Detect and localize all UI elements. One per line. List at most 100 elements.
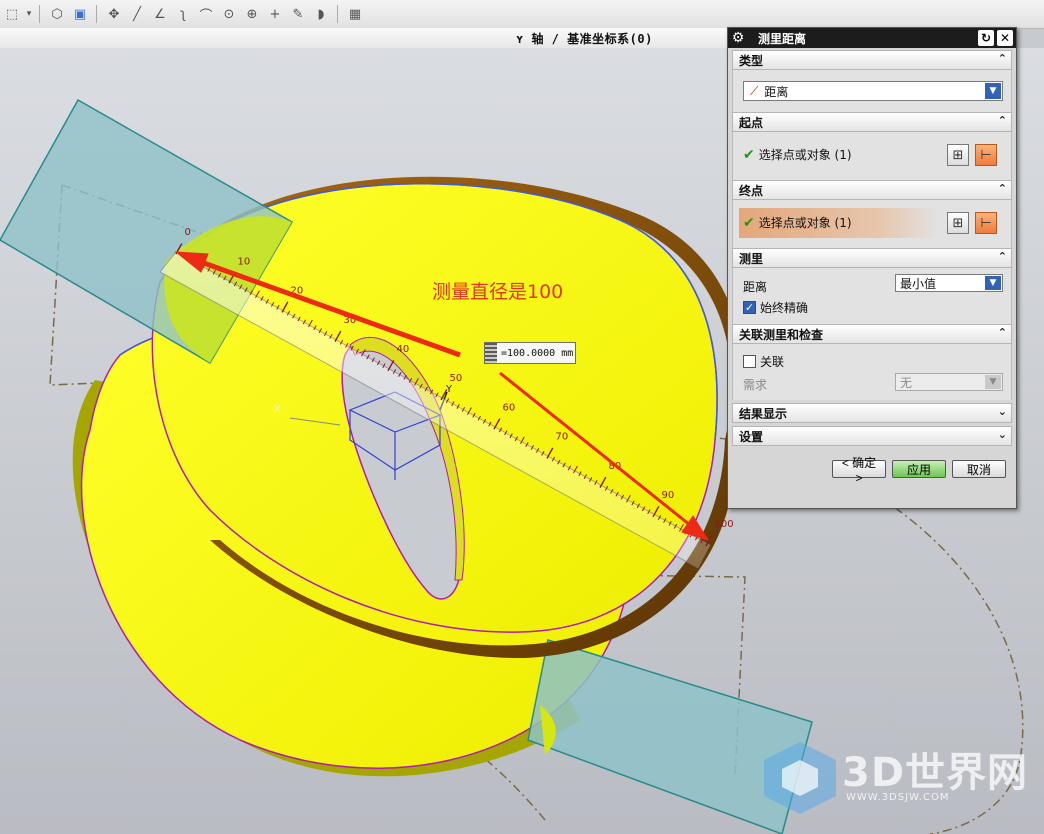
inferred-point-button[interactable]: ⊢ <box>975 144 997 166</box>
distance-icon: ⟋ <box>750 83 759 98</box>
toolbar-separator <box>39 5 40 23</box>
chevron-down-icon[interactable]: ⌄ <box>998 428 1007 441</box>
distance-mode-value: 最小值 <box>900 276 937 291</box>
associative-checkbox[interactable] <box>743 355 756 368</box>
always-accurate-checkbox[interactable]: ✓ <box>743 301 756 314</box>
section-type-title: 类型 <box>739 53 764 68</box>
section-end-title: 终点 <box>739 183 764 198</box>
angle-icon[interactable]: ∠ <box>149 3 171 25</box>
section-end-header[interactable]: 终点 ⌃ <box>732 180 1012 200</box>
surface-icon[interactable]: ◗ <box>310 3 332 25</box>
distance-label: 距离 <box>743 280 768 294</box>
section-assoc-body: 关联 需求 无 ▼ <box>732 344 1012 400</box>
section-end-body: ✔ 选择点或对象 (1) ⊞ ⊢ <box>732 200 1012 248</box>
dropdown-icon[interactable]: ▾ <box>24 3 34 25</box>
reset-icon[interactable]: ↻ <box>978 30 994 46</box>
always-accurate-row[interactable]: ✓ 始终精确 <box>743 299 808 316</box>
section-type-header[interactable]: 类型 ⌃ <box>732 50 1012 70</box>
end-select-row[interactable]: ✔ 选择点或对象 (1) <box>743 214 852 231</box>
ok-button[interactable]: < 确定 > <box>832 456 886 485</box>
chevron-up-icon[interactable]: ⌃ <box>998 326 1007 339</box>
dimension-icon: ⊢ <box>980 215 992 231</box>
cancel-button[interactable]: 取消 <box>952 460 1006 478</box>
checkmark-icon: ✔ <box>743 214 755 231</box>
checkmark-icon: ✔ <box>743 146 755 163</box>
view-box-icon[interactable]: ▣ <box>69 3 91 25</box>
requirement-value: 无 <box>900 375 913 390</box>
ruler-tick-label: 50 <box>450 373 463 384</box>
point-dialog-button[interactable]: ⊞ <box>947 144 969 166</box>
measurement-tag[interactable]: =100.0000 mm <box>484 342 576 364</box>
inferred-point-button[interactable]: ⊢ <box>975 212 997 234</box>
section-measure-body: 距离 最小值 ▼ ✓ 始终精确 <box>732 268 1012 324</box>
circle-icon[interactable]: ⊙ <box>218 3 240 25</box>
start-select-row[interactable]: ✔ 选择点或对象 (1) <box>743 146 852 163</box>
dialog-title: 测里距离 <box>758 31 807 46</box>
chevron-down-icon[interactable]: ▼ <box>985 83 1001 99</box>
ruler-tick-label: 90 <box>662 490 675 501</box>
section-start-header[interactable]: 起点 ⌃ <box>732 112 1012 132</box>
dimension-icon: ⊢ <box>980 147 992 163</box>
line-icon[interactable]: ╱ <box>126 3 148 25</box>
apply-button[interactable]: 应用 <box>892 460 946 478</box>
ruler-tick-label: 60 <box>503 402 516 413</box>
gear-icon[interactable]: ⚙ <box>728 30 748 46</box>
curve-icon[interactable]: ʅ <box>172 3 194 25</box>
table-icon[interactable]: ▦ <box>344 3 366 25</box>
type-select[interactable]: ⟋ 距离 ▼ <box>743 81 1003 101</box>
view-status-strip: ʏ 轴 / 基准坐标系(0) <box>0 28 728 49</box>
chevron-down-icon[interactable]: ▼ <box>985 375 1001 389</box>
requirement-select[interactable]: 无 ▼ <box>895 373 1003 391</box>
ruler-tick-label: 40 <box>397 344 410 355</box>
section-assoc-header[interactable]: 关联测里和检查 ⌃ <box>732 324 1012 344</box>
pen-icon[interactable]: ✎ <box>287 3 309 25</box>
section-measure-title: 测里 <box>739 251 764 266</box>
dialog-body: 类型 ⌃ ⟋ 距离 ▼ 起点 ⌃ ✔ 选择点或对象 (1) ⊞ ⊢ 终点 ⌃ ✔… <box>732 50 1012 446</box>
arc-icon[interactable]: ⌒ <box>195 3 217 25</box>
ruler-tick-label: 0 <box>185 227 191 238</box>
distance-mode-select[interactable]: 最小值 ▼ <box>895 274 1003 292</box>
associative-row[interactable]: 关联 <box>743 353 784 370</box>
point-dialog-button[interactable]: ⊞ <box>947 212 969 234</box>
toolbar-separator <box>337 5 338 23</box>
chevron-up-icon[interactable]: ⌃ <box>998 52 1007 65</box>
ruler-tick-label: 70 <box>556 432 569 443</box>
point-plus-icon: ⊞ <box>952 147 964 163</box>
watermark: 3D世界网 WWW.3DSJW.COM <box>760 738 1030 818</box>
dialog-titlebar[interactable]: ⚙ 测里距离 ↻ ✕ <box>728 28 1016 48</box>
section-measure-header[interactable]: 测里 ⌃ <box>732 248 1012 268</box>
section-settings-title: 设置 <box>739 429 764 444</box>
circle-center-icon[interactable]: ⊕ <box>241 3 263 25</box>
chevron-up-icon[interactable]: ⌃ <box>998 182 1007 195</box>
select-icon[interactable]: ⬚ <box>1 3 23 25</box>
ruler-tick-label: 100 <box>715 519 734 530</box>
dialog-footer: < 确定 > 应用 取消 <box>728 456 1016 486</box>
chevron-down-icon[interactable]: ⌄ <box>998 405 1007 418</box>
point-plus-icon: ⊞ <box>952 215 964 231</box>
cross-icon[interactable]: + <box>264 3 286 25</box>
section-result-header[interactable]: 结果显示 ⌄ <box>732 403 1012 423</box>
section-assoc-title: 关联测里和检查 <box>739 327 824 342</box>
diameter-annotation: 测量直径是100 <box>432 281 564 303</box>
chevron-up-icon[interactable]: ⌃ <box>998 250 1007 263</box>
always-accurate-label: 始终精确 <box>760 301 809 315</box>
close-icon[interactable]: ✕ <box>997 30 1013 46</box>
toolbar-separator <box>96 5 97 23</box>
chevron-up-icon[interactable]: ⌃ <box>998 114 1007 127</box>
watermark-brand: 3D世界网 <box>842 750 1029 796</box>
chevron-down-icon[interactable]: ▼ <box>985 276 1001 290</box>
start-select-label: 选择点或对象 (1) <box>758 148 852 162</box>
move-icon[interactable]: ✥ <box>103 3 125 25</box>
axis-x-label: X <box>274 404 281 415</box>
type-select-value: 距离 <box>764 84 789 99</box>
view-shaded-icon[interactable]: ⬡ <box>46 3 68 25</box>
watermark-cube-icon <box>764 742 836 814</box>
section-type-body: ⟋ 距离 ▼ <box>732 70 1012 112</box>
measure-distance-dialog: ⚙ 测里距离 ↻ ✕ 类型 ⌃ ⟋ 距离 ▼ 起点 ⌃ ✔ 选择点或对象 (1) <box>727 27 1017 509</box>
ruler-tick-label: 10 <box>238 256 251 267</box>
drag-grip-icon[interactable] <box>485 343 497 363</box>
section-result-title: 结果显示 <box>739 406 788 421</box>
main-toolbar: ⬚ ▾ ⬡ ▣ ✥ ╱ ∠ ʅ ⌒ ⊙ ⊕ + ✎ ◗ ▦ <box>0 0 1044 29</box>
watermark-url: WWW.3DSJW.COM <box>846 792 950 803</box>
section-settings-header[interactable]: 设置 ⌄ <box>732 426 1012 446</box>
